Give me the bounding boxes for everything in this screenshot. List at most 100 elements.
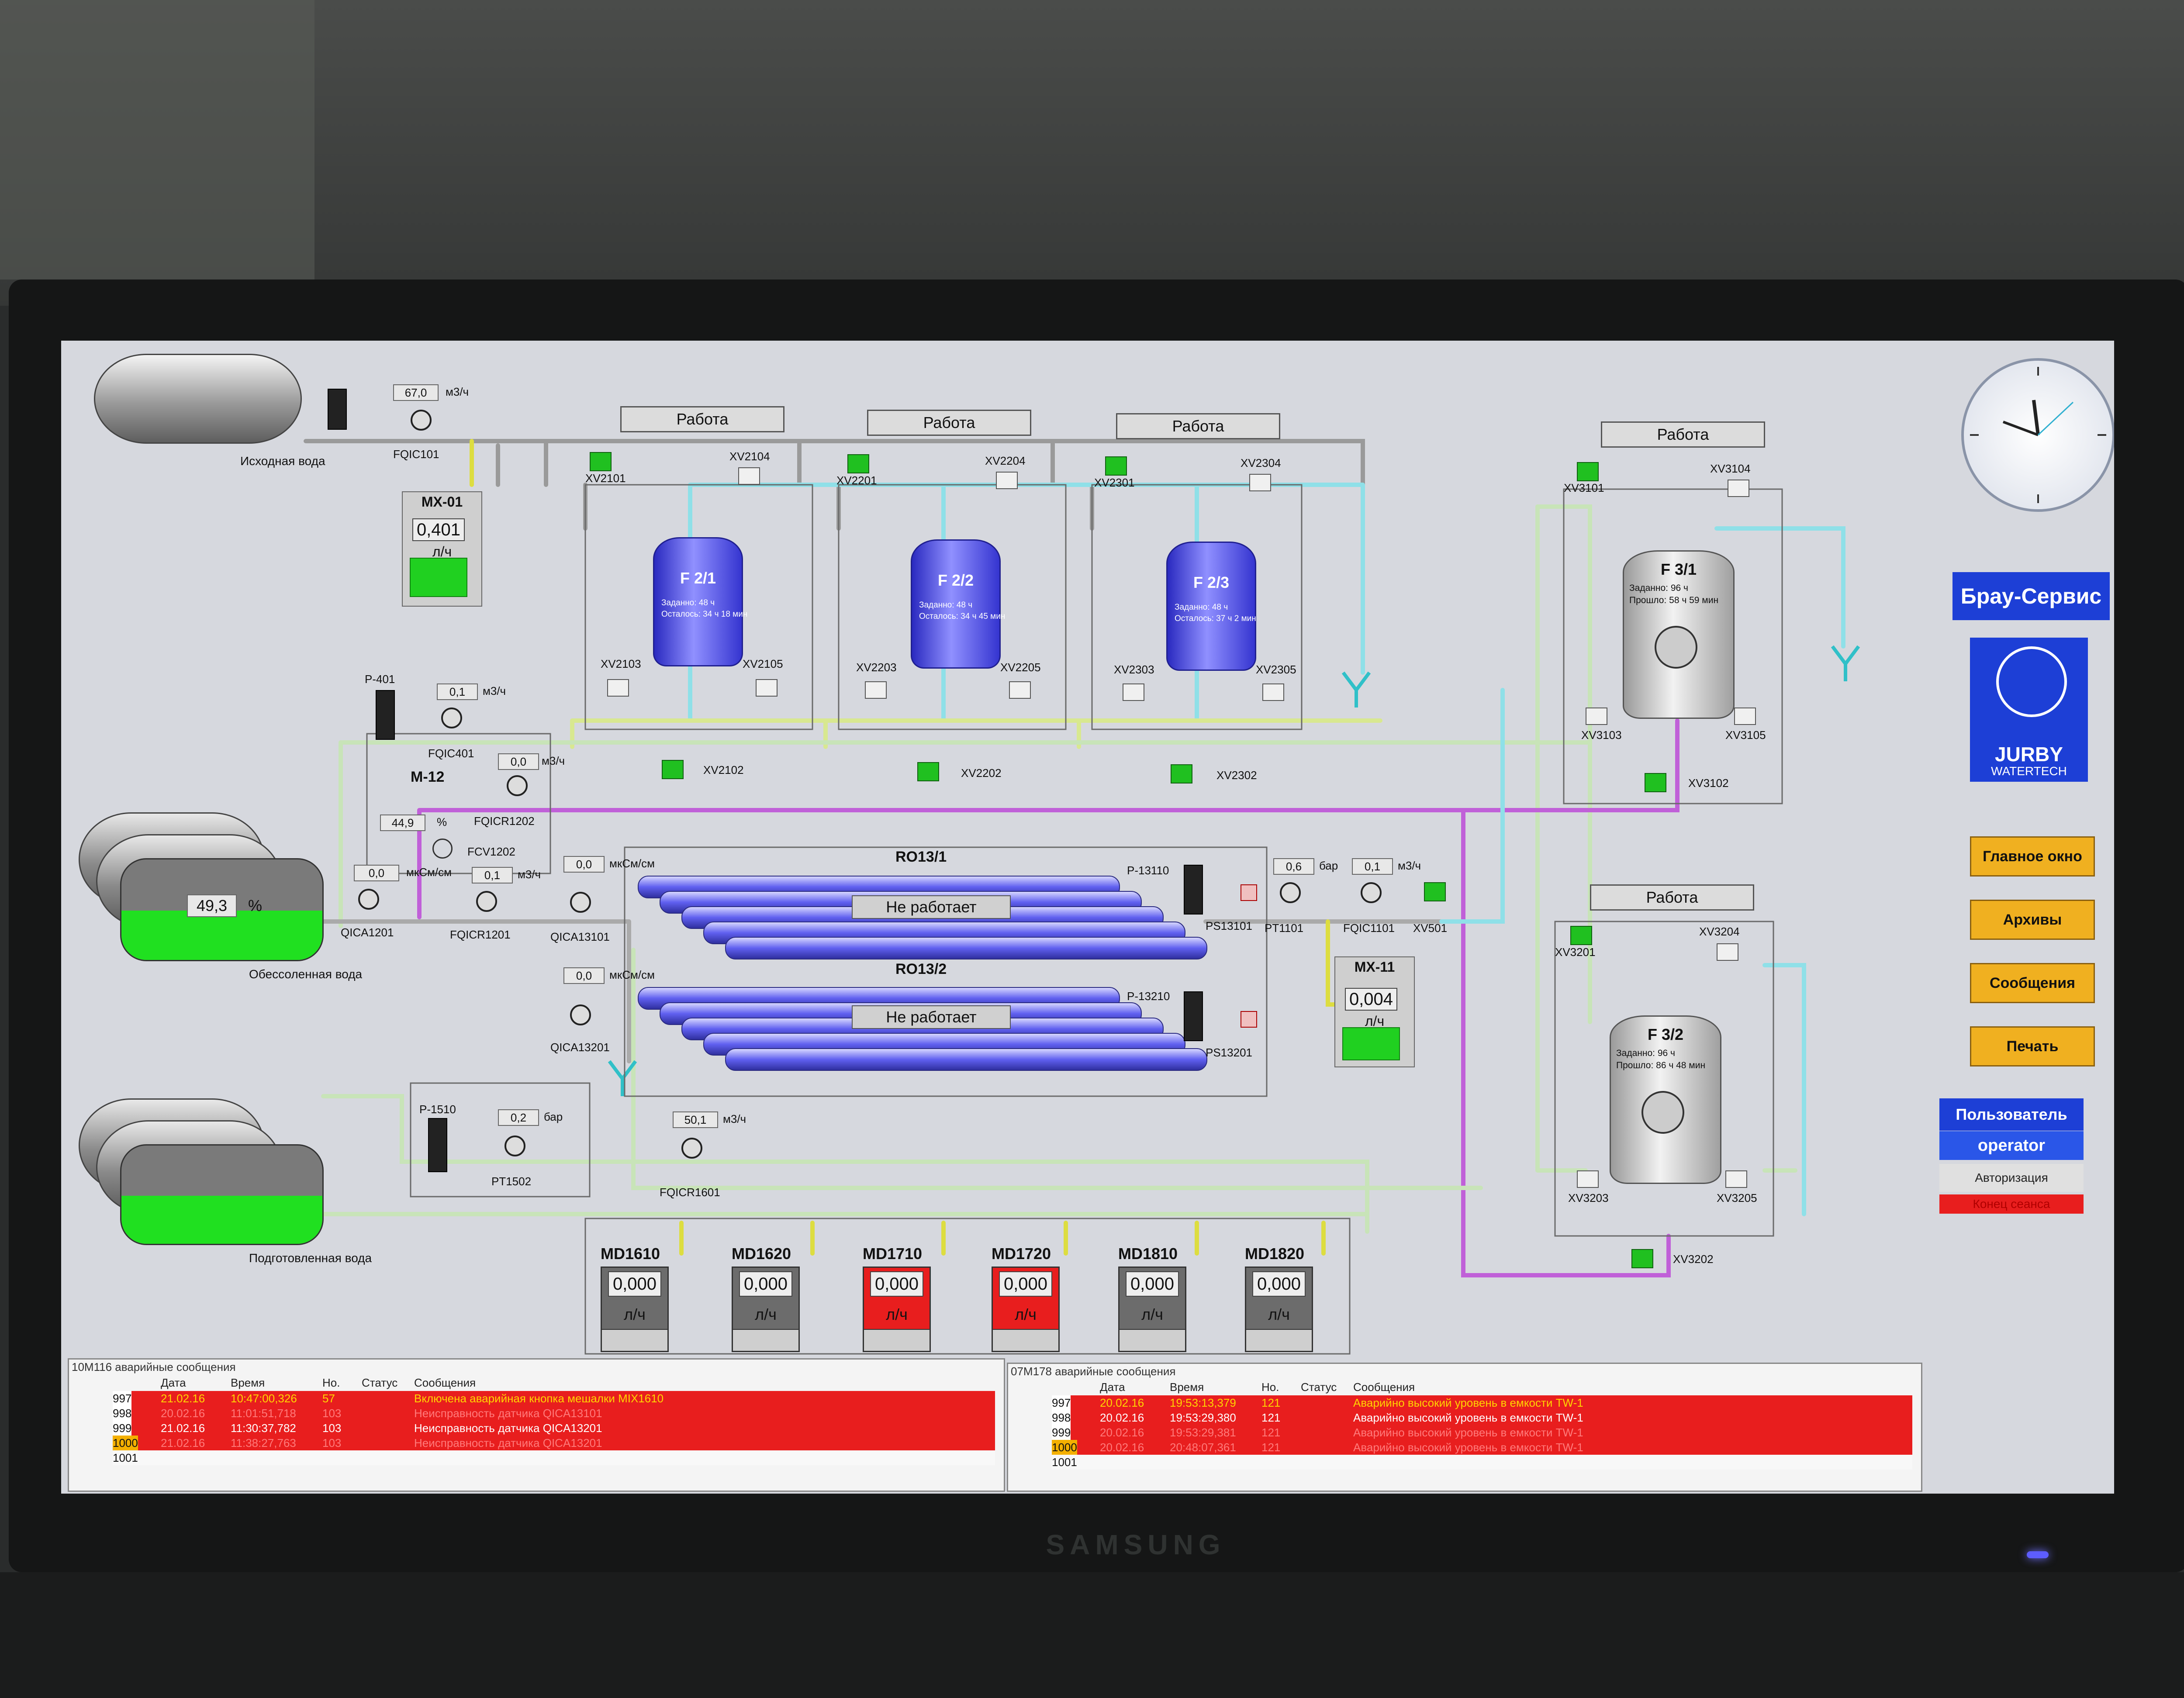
- xv3202-tag: XV3202: [1673, 1253, 1714, 1266]
- alarm-panel-right: 07M178 аварийные сообщения Дата Время Но…: [1007, 1363, 1922, 1492]
- ro1-ps-tag: PS13101: [1206, 919, 1252, 932]
- xv2204-valve-icon[interactable]: [996, 472, 1018, 489]
- xv2205-tag: XV2205: [1000, 661, 1041, 674]
- alarm-right-head-msg: Сообщения: [1353, 1380, 1415, 1394]
- xv2301-valve-icon[interactable]: [1105, 456, 1127, 476]
- md1610-unit: л/ч: [624, 1305, 646, 1323]
- md1720-value: 0,000: [999, 1271, 1052, 1297]
- mx11-level: [1342, 1027, 1400, 1060]
- xv2205-valve-icon[interactable]: [1009, 681, 1031, 699]
- alarm-left-head-msg: Сообщения: [414, 1376, 476, 1389]
- qica13101-tag: QICA13101: [550, 930, 610, 943]
- print-button[interactable]: Печать: [1970, 1026, 2095, 1066]
- xv3205-valve-icon[interactable]: [1725, 1170, 1747, 1188]
- ro1-membrane-5: [725, 937, 1207, 959]
- gauge-icon: [570, 1004, 591, 1025]
- md1610-panel[interactable]: 0,000 л/ч: [601, 1267, 669, 1352]
- md-base: [993, 1329, 1058, 1351]
- md1710-panel[interactable]: 0,000 л/ч: [863, 1267, 931, 1352]
- m12-pct-value: 44,9: [380, 814, 425, 831]
- xv2102-valve-icon[interactable]: [662, 760, 684, 779]
- xv2304-valve-icon[interactable]: [1249, 474, 1271, 491]
- gauge-icon: [358, 889, 379, 910]
- ro2-membrane-5: [725, 1048, 1207, 1071]
- table-row[interactable]: 999 21.02.16 11:30:37,782 103 Неисправность …: [113, 1421, 995, 1436]
- table-row[interactable]: 1001: [1052, 1455, 1912, 1470]
- source-water-tank: [94, 354, 302, 444]
- f21-status: Работа: [620, 406, 784, 432]
- table-row[interactable]: 999 20.02.16 19:53:29,381 121 Аварийно высок…: [1052, 1425, 1912, 1440]
- xv3103-valve-icon[interactable]: [1586, 708, 1607, 725]
- table-row[interactable]: 1000 20.02.16 20:48:07,361 121 Аварийно высо…: [1052, 1440, 1912, 1455]
- xv2303-tag: XV2303: [1114, 663, 1154, 676]
- main-window-button[interactable]: Главное окно: [1970, 836, 2095, 877]
- table-row[interactable]: 998 20.02.16 11:01:51,718 103 Неисправность …: [113, 1406, 995, 1421]
- archives-button[interactable]: Архивы: [1970, 900, 2095, 940]
- md1820-panel[interactable]: 0,000 л/ч: [1245, 1267, 1313, 1352]
- pt1101-unit: бар: [1319, 859, 1338, 872]
- gauge-icon: [411, 410, 432, 431]
- xv3101-valve-icon[interactable]: [1577, 462, 1599, 481]
- ro2-pump-tag: P-13210: [1127, 990, 1170, 1003]
- pressure-switch-icon: [1241, 884, 1257, 901]
- xv3204-valve-icon[interactable]: [1717, 943, 1738, 961]
- xv2101-valve-icon[interactable]: [590, 452, 612, 471]
- table-row[interactable]: 1000 21.02.16 11:38:27,763 103 Неисправность…: [113, 1436, 995, 1450]
- watertech-text: WATERTECH: [1991, 764, 2067, 778]
- logout-button[interactable]: Конец сеанса: [1939, 1194, 2084, 1214]
- xv3201-valve-icon[interactable]: [1570, 926, 1592, 945]
- mx01-name: MX-01: [421, 494, 463, 510]
- filter-f22[interactable]: F 2/2 Заданно: 48 ч Осталось: 34 ч 45 мин: [911, 539, 1005, 669]
- md1820-unit: л/ч: [1268, 1305, 1290, 1323]
- alarm-left-head-time: Время: [231, 1376, 265, 1389]
- table-row[interactable]: 998 20.02.16 19:53:29,380 121 Аварийно высок…: [1052, 1410, 1912, 1425]
- xv2305-valve-icon[interactable]: [1262, 683, 1284, 701]
- xv3202-valve-icon[interactable]: [1631, 1249, 1653, 1268]
- p1510-tag: P-1510: [419, 1103, 456, 1116]
- filter-f23[interactable]: F 2/3 Заданно: 48 ч Осталось: 37 ч 2 мин: [1166, 542, 1256, 671]
- xv2201-valve-icon[interactable]: [847, 454, 869, 473]
- table-row[interactable]: 997 20.02.16 19:53:13,379 121 Аварийно высок…: [1052, 1395, 1912, 1410]
- md1720-panel[interactable]: 0,000 л/ч: [992, 1267, 1060, 1352]
- xv2303-valve-icon[interactable]: [1123, 683, 1144, 701]
- filter-f21[interactable]: F 2/1 Заданно: 48 ч Осталось: 34 ч 18 мин: [653, 537, 747, 666]
- xv2105-valve-icon[interactable]: [756, 679, 778, 697]
- mx01-panel[interactable]: MX-01 0,401 л/ч: [402, 491, 482, 607]
- qica13101-value: 0,0: [563, 856, 605, 873]
- md1620-panel[interactable]: 0,000 л/ч: [732, 1267, 800, 1352]
- xv3203-valve-icon[interactable]: [1577, 1170, 1599, 1188]
- brau-service-logo: Брау-Сервис: [1952, 572, 2110, 620]
- table-row[interactable]: 997 21.02.16 10:47:00,326 57 Включена аварий…: [113, 1391, 995, 1406]
- md1610-value: 0,000: [608, 1271, 661, 1297]
- wall-poster: [0, 0, 314, 280]
- clock-face: [1970, 367, 2106, 503]
- ro1-pump-tag: P-13110: [1127, 864, 1169, 877]
- md1810-panel[interactable]: 0,000 л/ч: [1118, 1267, 1186, 1352]
- xv2101-tag: XV2101: [585, 472, 626, 485]
- xv2103-valve-icon[interactable]: [607, 679, 629, 697]
- xv2104-valve-icon[interactable]: [738, 467, 760, 485]
- fcv-valve-icon[interactable]: [432, 839, 453, 859]
- filter-f31[interactable]: F 3/1 Заданно: 96 ч Прошло: 58 ч 59 мин: [1623, 550, 1735, 719]
- fqic101-unit: м3/ч: [446, 385, 469, 398]
- xv2302-valve-icon[interactable]: [1171, 764, 1192, 783]
- filter-f32[interactable]: F 3/2 Заданно: 96 ч Прошло: 86 ч 48 мин: [1610, 1015, 1721, 1184]
- ro2-ps-tag: PS13201: [1206, 1046, 1252, 1059]
- xv2202-valve-icon[interactable]: [917, 762, 939, 781]
- xv2305-tag: XV2305: [1256, 663, 1296, 676]
- xv3105-valve-icon[interactable]: [1734, 708, 1756, 725]
- md1720-unit: л/ч: [1015, 1305, 1037, 1323]
- xv3102-valve-icon[interactable]: [1645, 773, 1666, 792]
- messages-button[interactable]: Сообщения: [1970, 963, 2095, 1003]
- xv2203-valve-icon[interactable]: [865, 681, 887, 699]
- fqicr1601-tag: FQICR1601: [660, 1186, 720, 1199]
- xv501-valve-icon[interactable]: [1424, 882, 1446, 901]
- xv3104-valve-icon[interactable]: [1728, 480, 1749, 497]
- hatch-icon: [1641, 1091, 1684, 1134]
- fqicr1601-value: 50,1: [673, 1111, 718, 1128]
- mx11-panel[interactable]: MX-11 0,004 л/ч: [1334, 956, 1415, 1067]
- auth-button[interactable]: Авторизация: [1939, 1164, 2084, 1192]
- table-row[interactable]: 1001: [113, 1450, 995, 1465]
- md1610-name: MD1610: [601, 1245, 660, 1263]
- qica13101-unit: мкСм/см: [609, 857, 655, 870]
